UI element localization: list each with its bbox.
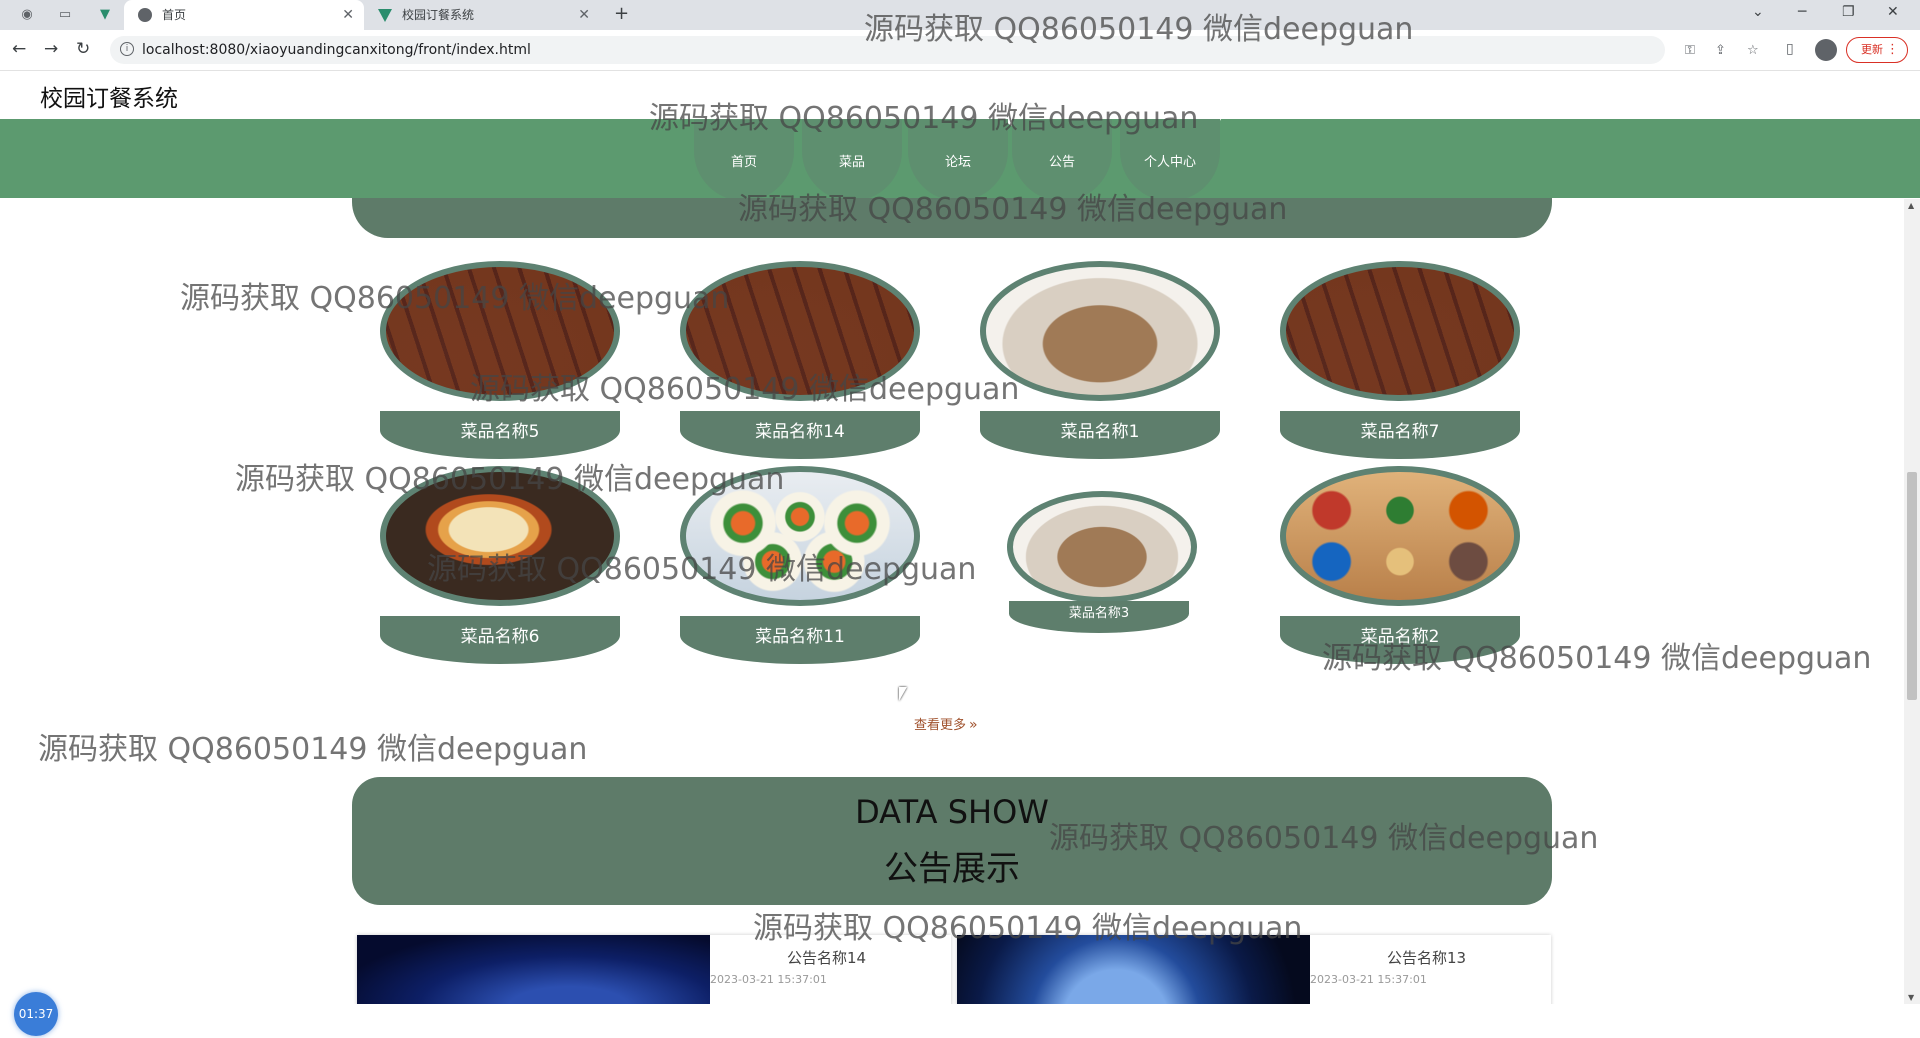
main-navbar: 首页 菜品 论坛 公告 个人中心 — [0, 101, 1920, 201]
restore-icon[interactable]: ❐ — [1842, 4, 1855, 20]
tab-search-icon[interactable]: ⌄ — [1752, 4, 1764, 20]
nav-notices[interactable]: 公告 — [1012, 119, 1112, 201]
forward-icon[interactable]: → — [44, 39, 58, 59]
scrollbar-thumb[interactable] — [1907, 472, 1917, 700]
browser-tab-bar: ◉ ▭ ▼ 首页 ✕ 校园订餐系统 ✕ + ⌄ ─ ❐ ✕ — [0, 0, 1920, 30]
double-chevron-right-icon: » — [969, 717, 978, 733]
update-button[interactable]: 更新 ⋮ — [1846, 37, 1908, 63]
section-title-zh: 公告展示 — [884, 849, 1020, 889]
dish-card[interactable]: 菜品名称7 — [1270, 261, 1530, 471]
close-icon[interactable]: ✕ — [578, 0, 590, 30]
back-icon[interactable]: ← — [12, 39, 26, 59]
section-title-bar — [352, 198, 1552, 238]
dish-image[interactable] — [980, 261, 1220, 401]
vue-icon — [378, 9, 392, 22]
browser-menu-icon[interactable]: ◉ — [16, 5, 38, 25]
notice-thumbnail[interactable] — [357, 935, 710, 1004]
dish-name[interactable]: 菜品名称1 — [980, 411, 1220, 459]
side-panel-icon[interactable]: ▯ — [1786, 41, 1794, 57]
dish-name[interactable]: 菜品名称14 — [680, 411, 920, 459]
url-text: localhost:8080/xiaoyuandingcanxitong/fro… — [142, 42, 531, 58]
dish-card[interactable]: 菜品名称5 — [370, 261, 630, 471]
notice-thumbnail[interactable] — [957, 935, 1310, 1004]
page-viewport: 校园订餐系统 首页 菜品 论坛 公告 个人中心 菜品名称5 菜品名称14 菜品名… — [0, 71, 1920, 1004]
dish-card[interactable]: 菜品名称11 — [670, 466, 930, 676]
nav-home[interactable]: 首页 — [694, 119, 794, 201]
view-more-link[interactable]: 查看更多» — [914, 714, 978, 733]
key-icon[interactable]: ⚿ — [1685, 43, 1695, 58]
browser-toolbar: ← → ↻ i localhost:8080/xiaoyuandingcanxi… — [0, 30, 1920, 71]
dish-image[interactable] — [680, 261, 920, 401]
notice-card[interactable]: 公告名称13 2023-03-21 15:37:01 — [957, 935, 1551, 1004]
dish-name[interactable]: 菜品名称2 — [1280, 616, 1520, 664]
section-title-en: DATA SHOW — [855, 793, 1049, 831]
notice-title[interactable]: 公告名称14 — [787, 947, 866, 968]
scroll-down-icon[interactable]: ▼ — [1908, 993, 1914, 1002]
minimize-icon[interactable]: ─ — [1798, 4, 1806, 20]
nav-profile[interactable]: 个人中心 — [1120, 119, 1220, 201]
dish-card[interactable]: 菜品名称1 — [970, 261, 1230, 471]
dish-image[interactable] — [380, 466, 620, 606]
close-window-icon[interactable]: ✕ — [1887, 4, 1899, 20]
tab-home-label: 首页 — [162, 8, 187, 22]
dish-name[interactable]: 菜品名称7 — [1280, 411, 1520, 459]
dish-name[interactable]: 菜品名称6 — [380, 616, 620, 664]
dish-image[interactable] — [1280, 261, 1520, 401]
globe-icon — [138, 8, 152, 22]
dish-image[interactable] — [1280, 466, 1520, 606]
site-header: 校园订餐系统 — [0, 71, 1920, 119]
tab-home[interactable]: 首页 ✕ — [124, 0, 364, 30]
tab-ordering-label: 校园订餐系统 — [402, 8, 475, 22]
dish-card[interactable]: 菜品名称3 — [995, 471, 1197, 681]
nav-forum[interactable]: 论坛 — [908, 119, 1008, 201]
address-bar[interactable]: i localhost:8080/xiaoyuandingcanxitong/f… — [110, 36, 1759, 64]
scroll-up-icon[interactable]: ▲ — [1908, 201, 1914, 210]
mouse-cursor — [899, 687, 915, 701]
dish-image[interactable] — [1007, 491, 1197, 603]
profile-avatar[interactable] — [1815, 39, 1837, 61]
dish-name[interactable]: 菜品名称3 — [1009, 601, 1189, 633]
site-title: 校园订餐系统 — [40, 86, 178, 112]
notice-section-header: DATA SHOW 公告展示 — [352, 777, 1552, 905]
share-icon[interactable]: ⇪ — [1715, 43, 1726, 58]
notice-card[interactable]: 公告名称14 2023-03-21 15:37:01 — [357, 935, 951, 1004]
more-vert-icon: ⋮ — [1886, 42, 1899, 57]
view-more-label: 查看更多 — [914, 718, 967, 733]
new-tab-button[interactable]: + — [614, 3, 629, 24]
dish-card[interactable]: 菜品名称14 — [670, 261, 930, 471]
dish-name[interactable]: 菜品名称5 — [380, 411, 620, 459]
dish-image[interactable] — [380, 261, 620, 401]
vue-tab-icon[interactable]: ▼ — [94, 5, 116, 25]
page-scrollbar[interactable]: ▲ ▼ — [1904, 199, 1920, 1004]
dish-card[interactable]: 菜品名称6 — [370, 466, 630, 676]
bookmark-star-icon[interactable]: ☆ — [1747, 43, 1759, 58]
update-label: 更新 — [1861, 43, 1883, 56]
site-info-icon[interactable]: i — [120, 42, 134, 56]
notice-date: 2023-03-21 15:37:01 — [710, 973, 827, 986]
nav-dishes[interactable]: 菜品 — [802, 119, 902, 201]
dish-image[interactable] — [680, 466, 920, 606]
notice-title[interactable]: 公告名称13 — [1387, 947, 1466, 968]
dish-name[interactable]: 菜品名称11 — [680, 616, 920, 664]
notice-date: 2023-03-21 15:37:01 — [1310, 973, 1427, 986]
blank-tab-icon[interactable]: ▭ — [54, 5, 76, 25]
tab-ordering-system[interactable]: 校园订餐系统 ✕ — [364, 0, 600, 30]
recording-timer[interactable]: 01:37 — [14, 992, 58, 1036]
dish-card[interactable]: 菜品名称2 — [1270, 466, 1530, 676]
close-icon[interactable]: ✕ — [342, 0, 354, 30]
reload-icon[interactable]: ↻ — [76, 39, 90, 59]
